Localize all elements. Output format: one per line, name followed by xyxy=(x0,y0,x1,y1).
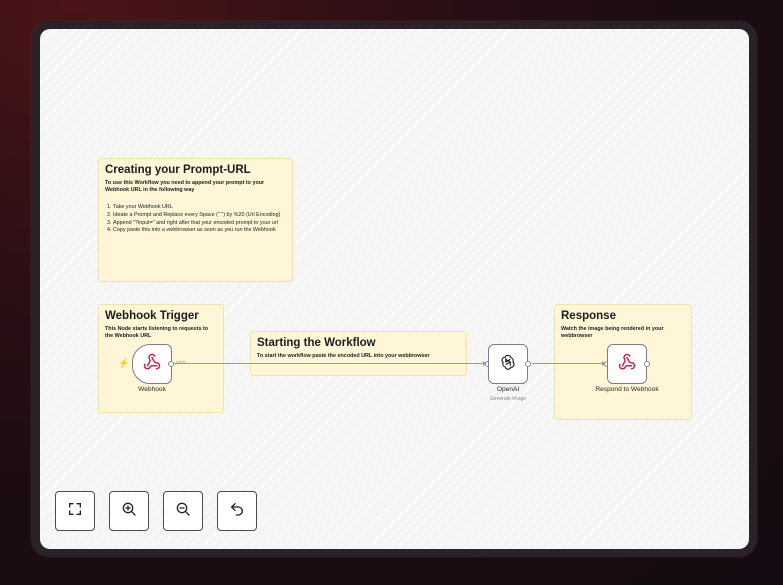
respond-output-port[interactable] xyxy=(644,360,650,367)
openai-output-port[interactable] xyxy=(525,360,531,367)
zoom-in-button[interactable] xyxy=(109,491,149,531)
webhook-icon xyxy=(143,353,161,376)
webhook-node[interactable] xyxy=(132,344,172,384)
fit-to-view-button[interactable] xyxy=(55,491,95,531)
fullscreen-icon xyxy=(67,501,83,522)
webhook-icon xyxy=(618,353,636,376)
workflow-canvas[interactable]: Creating your Prompt-URL To use this Wor… xyxy=(40,29,749,549)
zoom-out-button[interactable] xyxy=(163,491,203,531)
connections-layer xyxy=(174,361,606,366)
zoom-out-icon xyxy=(175,501,191,522)
trigger-bolt-icon: ⚡ xyxy=(118,358,130,368)
edge-method-label: GET xyxy=(176,360,186,365)
respond-to-webhook-node[interactable] xyxy=(607,344,647,384)
zoom-in-icon xyxy=(121,501,137,522)
openai-node-sublabel: Generate Image xyxy=(489,396,527,402)
webhook-node-label: Webhook xyxy=(138,386,166,393)
webhook-output-port[interactable] xyxy=(168,360,174,367)
openai-node[interactable] xyxy=(488,344,528,384)
openai-node-label: OpenAI xyxy=(496,386,520,393)
respond-node-label: Respond to Webhook xyxy=(595,386,659,393)
reset-zoom-button[interactable] xyxy=(217,491,257,531)
openai-icon xyxy=(499,353,517,376)
undo-icon xyxy=(229,501,245,522)
